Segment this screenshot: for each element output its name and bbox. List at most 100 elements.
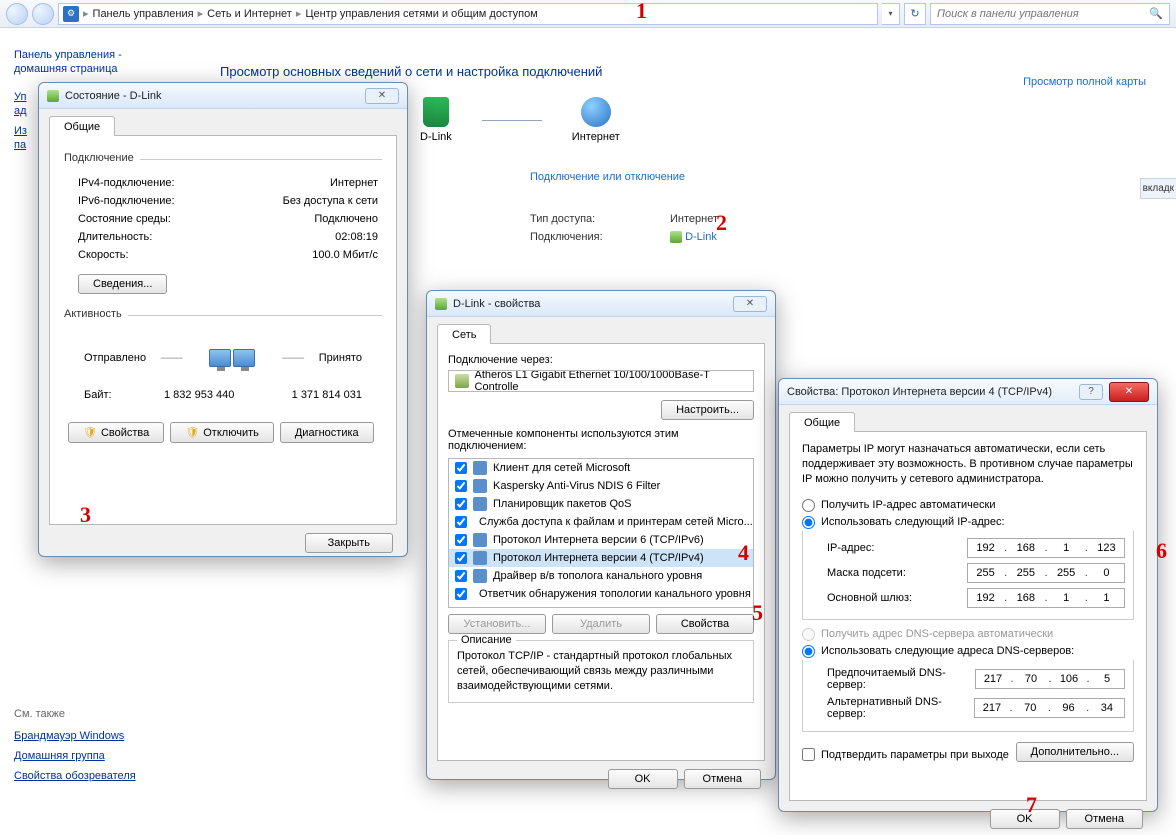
annotation-2: 2 [716, 210, 727, 236]
list-item[interactable]: Драйвер в/в тополога канального уровня [449, 567, 753, 585]
service-icon [473, 497, 487, 511]
network-map: D-Link Интернет [420, 97, 1136, 143]
status-title: Состояние - D-Link [65, 90, 161, 102]
cancel-button[interactable]: Отмена [1066, 809, 1143, 829]
control-panel-icon: ⚙ [63, 6, 79, 22]
group-activity-label: Активность [64, 308, 128, 320]
gateway-input[interactable]: 192.168.1.1 [967, 588, 1125, 608]
tab-general[interactable]: Общие [49, 116, 115, 136]
search-input[interactable]: 🔍 [930, 3, 1170, 25]
right-partial-tab: вкладк [1140, 178, 1176, 199]
connect-disconnect-link[interactable]: Подключение или отключение [530, 171, 1136, 183]
properties-button[interactable]: 🛡Свойства [68, 422, 164, 443]
see-also-heading: См. также [14, 708, 136, 720]
annotation-3: 3 [80, 502, 91, 528]
address-bar: ⚙ ▸ Панель управления ▸ Сеть и Интернет … [0, 0, 1176, 28]
annotation-1: 1 [636, 0, 647, 24]
signal-icon [47, 90, 59, 102]
install-button[interactable]: Установить... [448, 614, 546, 634]
gateway-label: Основной шлюз: [827, 592, 912, 604]
list-item-selected[interactable]: Протокол Интернета версии 4 (TCP/IPv4) [449, 549, 753, 567]
tcpip-titlebar[interactable]: Свойства: Протокол Интернета версии 4 (T… [779, 379, 1157, 405]
description-box: Описание Протокол TCP/IP - стандартный п… [448, 640, 754, 703]
nav-forward-button[interactable] [32, 3, 54, 25]
ok-button[interactable]: OK [608, 769, 678, 789]
internet-icon [581, 97, 611, 127]
subnet-mask-input[interactable]: 255.255.255.0 [967, 563, 1125, 583]
close-icon[interactable]: ✕ [365, 88, 399, 104]
help-button[interactable]: ? [1079, 384, 1103, 400]
dns1-label: Предпочитаемый DNS-сервер: [827, 667, 975, 691]
properties-title: D-Link - свойства [453, 298, 540, 310]
details-button[interactable]: Сведения... [78, 274, 167, 294]
properties-dialog: D-Link - свойства ✕ Сеть Подключение чер… [426, 290, 776, 780]
close-button[interactable]: Закрыть [305, 533, 393, 553]
connection-link[interactable]: D-Link [685, 231, 717, 243]
protocol-icon [473, 551, 487, 565]
list-item[interactable]: Планировщик пакетов QoS [449, 495, 753, 513]
remove-button[interactable]: Удалить [552, 614, 650, 634]
breadcrumb-item[interactable]: Центр управления сетями и общим доступом [305, 8, 537, 20]
components-list[interactable]: Клиент для сетей Microsoft Kaspersky Ant… [448, 458, 754, 608]
breadcrumb[interactable]: ⚙ ▸ Панель управления ▸ Сеть и Интернет … [58, 3, 878, 25]
sidebar-link-homegroup[interactable]: Домашняя группа [14, 750, 136, 762]
sidebar-link-firewall[interactable]: Брандмауэр Windows [14, 730, 136, 742]
refresh-button[interactable]: ↻ [904, 3, 926, 25]
adapter-field: Atheros L1 Gigabit Ethernet 10/100/1000B… [448, 370, 754, 392]
access-type-value: Интернет [670, 213, 718, 225]
list-item[interactable]: Ответчик обнаружения топологии канальног… [449, 585, 753, 603]
access-type-label: Тип доступа: [530, 213, 640, 225]
tab-general[interactable]: Общие [789, 412, 855, 432]
configure-button[interactable]: Настроить... [661, 400, 754, 420]
tcpip-dialog: Свойства: Протокол Интернета версии 4 (T… [778, 378, 1158, 812]
nav-back-button[interactable] [6, 3, 28, 25]
service-icon [473, 479, 487, 493]
see-also: См. также Брандмауэр Windows Домашняя гр… [14, 708, 136, 790]
close-icon[interactable]: ✕ [733, 296, 767, 312]
page-title: Просмотр основных сведений о сети и наст… [220, 64, 1136, 79]
signal-icon [670, 231, 682, 243]
radio-manual-dns[interactable]: Использовать следующие адреса DNS-сервер… [802, 645, 1134, 658]
tab-network[interactable]: Сеть [437, 324, 491, 344]
router-label: D-Link [420, 131, 452, 143]
connect-via-label: Подключение через: [448, 354, 754, 366]
status-titlebar[interactable]: Состояние - D-Link ✕ [39, 83, 407, 109]
close-icon[interactable]: ✕ [1109, 382, 1149, 402]
annotation-4: 4 [738, 540, 749, 566]
advanced-button[interactable]: Дополнительно... [1016, 742, 1134, 762]
search-field[interactable] [937, 8, 1149, 20]
connections-label: Подключения: [530, 231, 640, 243]
internet-label: Интернет [572, 131, 620, 143]
dns2-label: Альтернативный DNS-сервер: [827, 696, 974, 720]
radio-manual-ip[interactable]: Использовать следующий IP-адрес: [802, 516, 1134, 529]
list-item[interactable]: Протокол Интернета версии 6 (TCP/IPv6) [449, 531, 753, 549]
group-connection-label: Подключение [64, 152, 140, 164]
radio-auto-ip[interactable]: Получить IP-адрес автоматически [802, 499, 1134, 512]
item-properties-button[interactable]: Свойства [656, 614, 754, 634]
list-item[interactable]: Служба доступа к файлам и принтерам сете… [449, 513, 753, 531]
control-panel-home-link[interactable]: Панель управления -домашняя страница [14, 48, 186, 77]
list-item[interactable]: Клиент для сетей Microsoft [449, 459, 753, 477]
cancel-button[interactable]: Отмена [684, 769, 761, 789]
ip-address-input[interactable]: 192.168.1.123 [967, 538, 1125, 558]
properties-titlebar[interactable]: D-Link - свойства ✕ [427, 291, 775, 317]
view-map-link[interactable]: Просмотр полной карты [1023, 76, 1146, 88]
components-label: Отмеченные компоненты используются этим … [448, 428, 754, 452]
validate-checkbox[interactable]: Подтвердить параметры при выходе [802, 748, 1009, 761]
disable-button[interactable]: 🛡Отключить [170, 422, 274, 443]
annotation-6: 6 [1156, 538, 1167, 564]
status-dialog: Состояние - D-Link ✕ Общие Подключение I… [38, 82, 408, 557]
ok-button[interactable]: OK [990, 809, 1060, 829]
diagnostics-button[interactable]: Диагностика [280, 422, 374, 443]
router-icon [423, 97, 449, 127]
list-item[interactable]: Kaspersky Anti-Virus NDIS 6 Filter [449, 477, 753, 495]
activity-icon [197, 338, 267, 378]
radio-auto-dns: Получить адрес DNS-сервера автоматически [802, 628, 1134, 641]
dns1-input[interactable]: 217.70.106.5 [975, 669, 1125, 689]
sidebar-link-internet-options[interactable]: Свойства обозревателя [14, 770, 136, 782]
breadcrumb-item[interactable]: Сеть и Интернет [207, 8, 292, 20]
breadcrumb-dropdown[interactable]: ▾ [882, 3, 900, 25]
breadcrumb-item[interactable]: Панель управления [93, 8, 194, 20]
subnet-mask-label: Маска подсети: [827, 567, 906, 579]
dns2-input[interactable]: 217.70.96.34 [974, 698, 1125, 718]
